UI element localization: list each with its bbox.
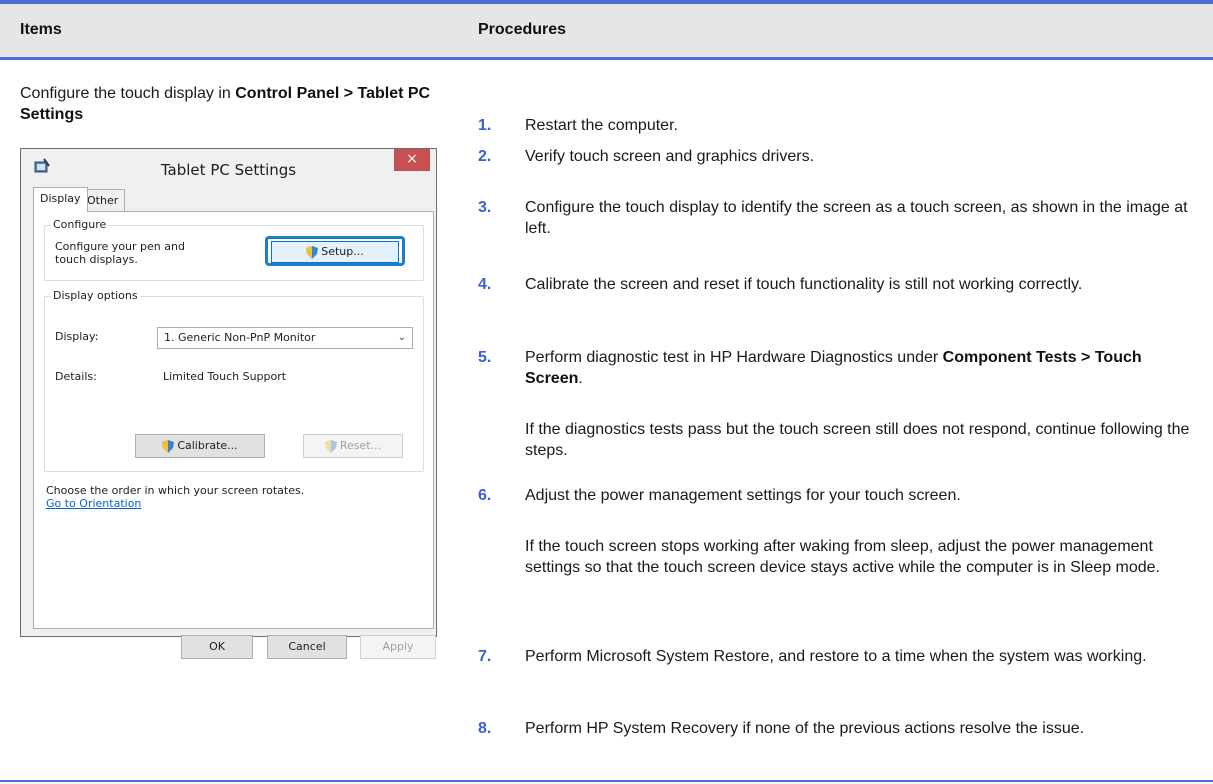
- step-number: 5.: [478, 349, 492, 366]
- step-text: Adjust the power management settings for…: [525, 487, 961, 504]
- reset-button-label: Reset...: [339, 439, 382, 452]
- step-text: Perform diagnostic test in HP Hardware D…: [525, 347, 1190, 389]
- display-select[interactable]: 1. Generic Non-PnP Monitor ⌄: [157, 327, 413, 349]
- step-number: 4.: [478, 276, 492, 293]
- dialog-titlebar: Tablet PC Settings ×: [21, 149, 436, 185]
- step-note: If the diagnostics tests pass but the to…: [525, 421, 1190, 459]
- tablet-pc-settings-dialog: Tablet PC Settings × Display Other Confi…: [20, 148, 437, 659]
- step-text: Perform HP System Recovery if none of th…: [525, 720, 1085, 737]
- uac-shield-icon: [306, 245, 319, 259]
- dialog-title: Tablet PC Settings: [160, 161, 297, 179]
- step-text-part: Perform diagnostic test in HP Hardware D…: [525, 349, 943, 366]
- dialog-client: Display Other Configure Configure your p…: [29, 185, 436, 659]
- step-text: Restart the computer.: [525, 117, 678, 134]
- items-text: Configure the touch display in: [20, 85, 236, 102]
- step-number: 6.: [478, 487, 492, 504]
- calibrate-button-label: Calibrate...: [177, 439, 238, 452]
- uac-shield-icon: [324, 439, 337, 453]
- step-number: 7.: [478, 648, 492, 665]
- display-select-value: 1. Generic Non-PnP Monitor: [164, 331, 316, 344]
- ok-button[interactable]: OK: [181, 635, 253, 659]
- header-procedures: Procedures: [478, 21, 567, 38]
- display-tab-panel: Configure Configure your pen and touch d…: [33, 211, 434, 629]
- configure-text: Configure your pen and touch displays.: [55, 240, 185, 266]
- step-text: Perform Microsoft System Restore, and re…: [525, 648, 1147, 665]
- orientation-link[interactable]: Go to Orientation: [46, 497, 141, 510]
- step-text: Verify touch screen and graphics drivers…: [525, 148, 815, 165]
- display-label: Display:: [55, 330, 99, 343]
- chevron-down-icon: ⌄: [397, 332, 406, 343]
- setup-button[interactable]: Setup...: [271, 241, 399, 263]
- configure-group: Configure Configure your pen and touch d…: [44, 218, 424, 281]
- table-header: Items Procedures: [0, 4, 1213, 60]
- step-number: 1.: [478, 117, 492, 134]
- step-text: Calibrate the screen and reset if touch …: [525, 276, 1083, 293]
- bottom-rule: [0, 780, 1213, 782]
- calibrate-button[interactable]: Calibrate...: [135, 434, 265, 458]
- configure-group-label: Configure: [51, 218, 109, 231]
- step-text-part: .: [578, 370, 583, 387]
- close-button[interactable]: ×: [394, 149, 430, 171]
- cancel-button[interactable]: Cancel: [267, 635, 347, 659]
- setup-button-label: Setup...: [321, 245, 364, 258]
- display-options-label: Display options: [51, 289, 140, 302]
- details-value: Limited Touch Support: [163, 370, 287, 383]
- uac-shield-icon: [162, 439, 175, 453]
- tab-display[interactable]: Display: [33, 187, 88, 212]
- header-items: Items: [20, 21, 62, 38]
- reset-button[interactable]: Reset...: [303, 434, 403, 458]
- step-text: Configure the touch display to identify …: [525, 199, 1188, 237]
- details-label: Details:: [55, 370, 97, 383]
- rotate-text: Choose the order in which your screen ro…: [46, 484, 305, 497]
- display-options-group: Display options Display: 1. Generic Non-…: [44, 289, 424, 472]
- step-number: 2.: [478, 148, 492, 165]
- step-number: 3.: [478, 199, 492, 216]
- step-number: 8.: [478, 720, 492, 737]
- items-description: Configure the touch display in Control P…: [20, 83, 440, 125]
- apply-button[interactable]: Apply: [360, 635, 436, 659]
- step-note: If the touch screen stops working after …: [525, 538, 1160, 576]
